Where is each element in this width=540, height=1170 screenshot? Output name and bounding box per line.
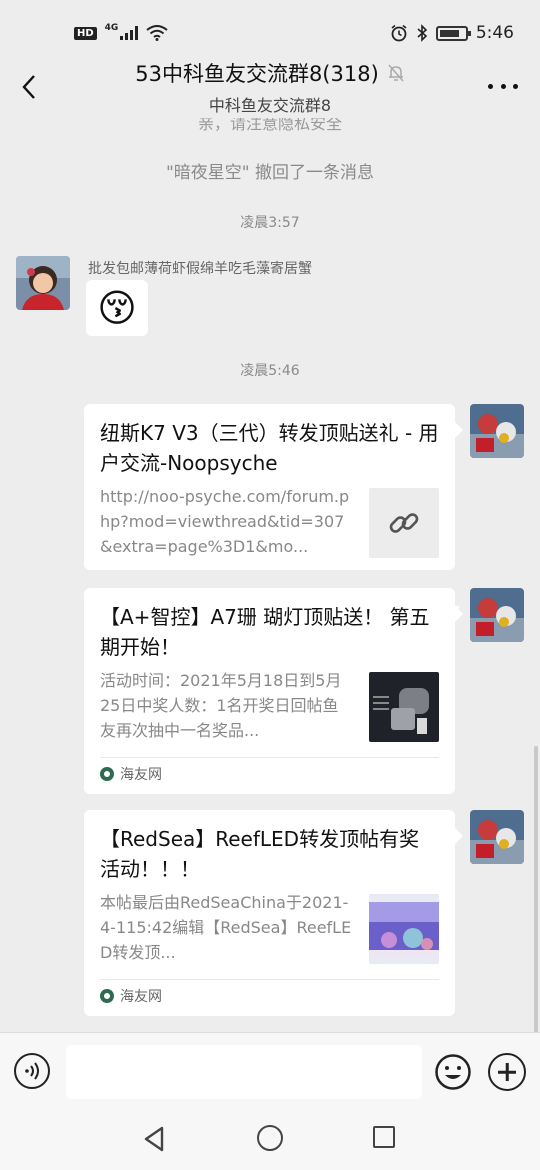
chat-header: 53中科鱼友交流群8(318) 中科鱼友交流群8 (0, 56, 540, 118)
my-avatar[interactable] (470, 810, 524, 864)
nav-home-button[interactable] (257, 1125, 283, 1151)
card-desc: 活动时间：2021年5月18日到5月25日中奖人数：1名开奖日回帖鱼友再次抽中一… (100, 671, 342, 740)
source-icon (100, 988, 114, 1003)
card-title: 【RedSea】ReefLED转发顶帖有奖活动！！！ (100, 827, 420, 881)
nav-recent-button[interactable] (373, 1126, 395, 1148)
hd-badge: HD (74, 26, 97, 40)
card-title: 【A+智控】A7珊 瑚灯顶贴送！ 第五期开始！ (100, 605, 430, 659)
time-stamp: 凌晨3:57 (240, 215, 300, 231)
avatar-image (470, 588, 524, 642)
more-button[interactable] (488, 76, 518, 96)
emoji-button[interactable] (434, 1053, 472, 1091)
link-card[interactable]: 纽斯K7 V3（三代）转发顶贴送礼 - 用户交流-Noopsyche http:… (84, 404, 463, 570)
nav-back-icon (144, 1126, 164, 1152)
back-button[interactable] (14, 72, 44, 102)
voice-icon (25, 1062, 39, 1080)
sender-avatar[interactable] (16, 256, 70, 310)
recall-notice: "暗夜星空" 撤回了一条消息 (165, 163, 375, 183)
scrollbar[interactable] (534, 746, 538, 1032)
signal-icon (120, 26, 139, 40)
card-body: http://noo-psyche.com/forum.php?mod=view… (100, 484, 439, 559)
battery-icon (435, 25, 471, 41)
status-right: 5:46 (390, 23, 514, 43)
card-thumb (369, 894, 439, 964)
title-wrap: 53中科鱼友交流群8(318) 中科鱼友交流群8 (80, 58, 460, 116)
card-body: 本帖最后由RedSeaChina于2021-4-115:42编辑【RedSea】… (100, 890, 439, 965)
voice-button[interactable] (14, 1053, 50, 1089)
more-dot (500, 83, 506, 89)
network-type: 4G (104, 23, 119, 33)
link-card[interactable]: 【A+智控】A7珊 瑚灯顶贴送！ 第五期开始！ 活动时间：2021年5月18日到… (84, 588, 463, 794)
clipped-system-text: 亲，请注意隐私安全 (197, 118, 342, 133)
bubble-tail (455, 828, 463, 844)
card-title: 纽斯K7 V3（三代）转发顶贴送礼 - 用户交流-Noopsyche (100, 421, 439, 475)
card-source: 海友网 (100, 979, 439, 1011)
source-name: 海友网 (120, 766, 162, 783)
wifi-icon (146, 25, 168, 41)
my-avatar[interactable] (470, 588, 524, 642)
card-thumb: A7 (369, 604, 460, 742)
bluetooth-icon (417, 24, 427, 42)
bell-off-icon (388, 64, 404, 82)
aquarium-thumbnail (369, 894, 439, 964)
title-row: 53中科鱼友交流群8(318) (80, 58, 460, 88)
bubble-tail (455, 422, 463, 438)
sticker-emoji: 😚 (97, 286, 137, 330)
nav-back-button[interactable] (140, 1124, 170, 1154)
card-desc: http://noo-psyche.com/forum.php?mod=view… (100, 487, 350, 556)
message-input[interactable] (66, 1045, 422, 1099)
card-body: 活动时间：2021年5月18日到5月25日中奖人数：1名开奖日回帖鱼友再次抽中一… (100, 604, 460, 743)
source-icon (100, 766, 114, 781)
chat-subtitle: 中科鱼友交流群8 (208, 96, 332, 115)
emoji-icon (435, 1054, 471, 1090)
avatar-image (470, 404, 524, 458)
chat-title: 53中科鱼友交流群8(318) (135, 62, 379, 86)
more-dot (513, 83, 518, 89)
alarm-icon (391, 24, 407, 42)
plus-button[interactable] (488, 1053, 526, 1091)
avatar-image (16, 256, 70, 310)
card-desc: 本帖最后由RedSeaChina于2021-4-115:42编辑【RedSea】… (100, 893, 352, 962)
system-nav-bar (0, 1108, 540, 1170)
more-dot (488, 83, 493, 89)
status-time: 5:46 (475, 23, 514, 43)
link-icon (389, 513, 419, 533)
time-stamp: 凌晨5:46 (240, 363, 300, 379)
sticker-message[interactable]: 😚 (86, 280, 148, 336)
chevron-left-icon (22, 75, 35, 99)
link-card[interactable]: 【RedSea】ReefLED转发顶帖有奖活动！！！ 本帖最后由RedSeaCh… (84, 810, 463, 1016)
sender-name: 批发包邮薄荷虾假绵羊吃毛藻寄居蟹 (88, 261, 312, 277)
my-avatar[interactable] (470, 404, 524, 458)
avatar-image (470, 810, 524, 864)
product-thumbnail (369, 672, 439, 742)
status-left: HD 4G (74, 23, 168, 41)
card-thumb (369, 488, 439, 558)
chat-area[interactable]: 亲，请注意隐私安全 "暗夜星空" 撤回了一条消息 凌晨3:57 批发包邮薄荷虾假… (0, 118, 540, 1032)
card-source: 海友网 (100, 757, 439, 789)
source-name: 海友网 (120, 988, 162, 1005)
input-bar (0, 1032, 540, 1108)
